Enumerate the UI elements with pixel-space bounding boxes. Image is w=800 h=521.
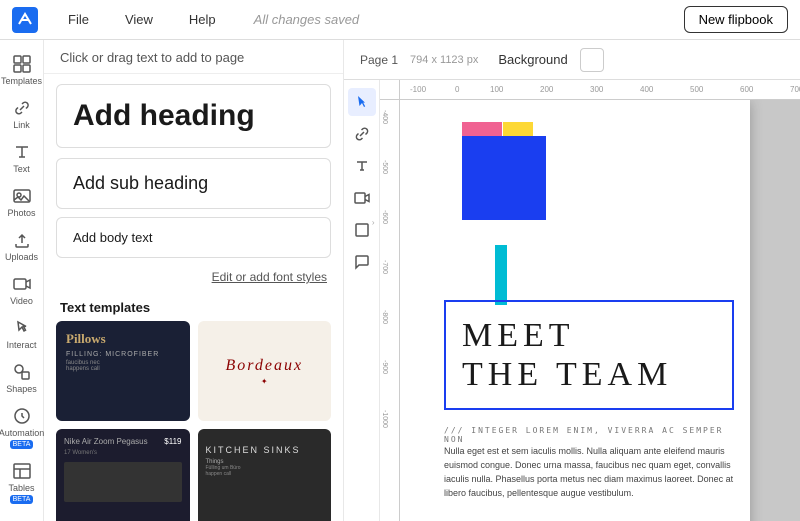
sidebar-item-tables[interactable]: Tables BETA bbox=[0, 455, 44, 510]
subtitle-text: /// INTEGER LOREM ENIM, VIVERRA AC SEMPE… bbox=[444, 426, 750, 444]
text-templates-header: Text templates bbox=[44, 292, 343, 321]
save-status: All changes saved bbox=[254, 12, 660, 27]
new-flipbook-button[interactable]: New flipbook bbox=[684, 6, 788, 33]
meet-text-line1: MEET bbox=[462, 317, 575, 354]
menu-view[interactable]: View bbox=[119, 8, 159, 31]
shape-pink bbox=[462, 122, 502, 136]
tool-link[interactable] bbox=[348, 120, 376, 148]
sidebar-label-photos: Photos bbox=[7, 208, 35, 218]
sidebar-label-automation: Automation bbox=[0, 428, 44, 438]
page-label: Page 1 bbox=[360, 53, 398, 67]
sidebar-item-interact[interactable]: Interact bbox=[0, 312, 44, 356]
page-canvas[interactable]: MEET THE TEAM /// INTEGER LOREM ENIM, VI… bbox=[400, 100, 750, 521]
sidebar-label-interact: Interact bbox=[6, 340, 36, 350]
font-styles-link[interactable]: Edit or add font styles bbox=[44, 266, 343, 292]
sidebar-item-text[interactable]: Text bbox=[0, 136, 44, 180]
text-panel-header: Click or drag text to add to page bbox=[44, 40, 343, 74]
sidebar-item-link[interactable]: Link bbox=[0, 92, 44, 136]
text-cursor bbox=[690, 363, 692, 391]
tool-video[interactable] bbox=[348, 184, 376, 212]
sidebar-item-automation[interactable]: Automation BETA bbox=[0, 400, 44, 455]
sidebar-label-tables: Tables bbox=[8, 483, 34, 493]
sidebar-item-video[interactable]: Video bbox=[0, 268, 44, 312]
templates-grid: Pillows FILLING: MICROFIBER faucibus nec… bbox=[44, 321, 343, 521]
ruler-horizontal: -100 0 100 200 300 400 500 600 700 bbox=[400, 80, 800, 100]
body-text: Nulla eget est et sem iaculis mollis. Nu… bbox=[444, 445, 734, 501]
background-color-swatch[interactable] bbox=[580, 48, 604, 72]
sidebar-label-text: Text bbox=[13, 164, 30, 174]
main-content: Templates Link Text Photos Uploads Video… bbox=[0, 40, 800, 521]
ruler-vertical: -400 -500 -600 -700 -800 -900 -1000 bbox=[380, 100, 400, 521]
canvas-with-tools: › -100 0 100 200 300 400 5 bbox=[344, 80, 800, 521]
text-panel: Click or drag text to add to page Add he… bbox=[44, 40, 344, 521]
template-pillows[interactable]: Pillows FILLING: MICROFIBER faucibus nec… bbox=[56, 321, 190, 421]
template-kitchen-sinks[interactable]: KITCHEN SINKS Things Fülling um Büro hap… bbox=[198, 429, 332, 521]
tool-select[interactable] bbox=[348, 88, 376, 116]
shape-blue-big bbox=[462, 136, 546, 220]
sidebar-item-photos[interactable]: Photos bbox=[0, 180, 44, 224]
meet-text-line2: THE TEAM bbox=[462, 356, 672, 393]
tool-comment[interactable] bbox=[348, 248, 376, 276]
canvas-container[interactable]: -100 0 100 200 300 400 500 600 700 -400 bbox=[380, 80, 800, 521]
add-heading-button[interactable]: Add heading bbox=[56, 84, 331, 148]
sidebar-item-shapes[interactable]: Shapes bbox=[0, 356, 44, 400]
template-bordeaux[interactable]: Bordeaux ✦ bbox=[198, 321, 332, 421]
shape-yellow bbox=[503, 122, 533, 136]
meet-the-team-text[interactable]: MEET THE TEAM bbox=[444, 300, 734, 410]
background-label: Background bbox=[498, 52, 567, 67]
add-subheading-button[interactable]: Add sub heading bbox=[56, 158, 331, 209]
icon-sidebar: Templates Link Text Photos Uploads Video… bbox=[0, 40, 44, 521]
menu-help[interactable]: Help bbox=[183, 8, 222, 31]
template-zoom-pegasus[interactable]: Nike Air Zoom Pegasus $119 17 Women's bbox=[56, 429, 190, 521]
sidebar-item-uploads[interactable]: Uploads bbox=[0, 224, 44, 268]
add-body-button[interactable]: Add body text bbox=[56, 217, 331, 258]
tables-beta-badge: BETA bbox=[10, 495, 34, 504]
sidebar-label-templates: Templates bbox=[1, 76, 42, 86]
tool-frame[interactable]: › bbox=[348, 216, 376, 244]
automation-beta-badge: BETA bbox=[10, 440, 34, 449]
menu-file[interactable]: File bbox=[62, 8, 95, 31]
canvas-toolbar: Page 1 794 x 1123 px Background bbox=[344, 40, 800, 80]
tools-sidebar: › bbox=[344, 80, 380, 521]
sidebar-label-link: Link bbox=[13, 120, 30, 130]
sidebar-label-shapes: Shapes bbox=[6, 384, 37, 394]
menubar: File View Help All changes saved New fli… bbox=[0, 0, 800, 40]
sidebar-label-video: Video bbox=[10, 296, 33, 306]
canvas-area: Page 1 794 x 1123 px Background bbox=[344, 40, 800, 521]
shape-cyan bbox=[495, 245, 507, 305]
app-logo bbox=[12, 7, 38, 33]
ruler-corner bbox=[380, 80, 400, 100]
sidebar-item-templates[interactable]: Templates bbox=[0, 48, 44, 92]
sidebar-label-uploads: Uploads bbox=[5, 252, 38, 262]
tool-text[interactable] bbox=[348, 152, 376, 180]
page-dimensions: 794 x 1123 px bbox=[410, 54, 478, 66]
